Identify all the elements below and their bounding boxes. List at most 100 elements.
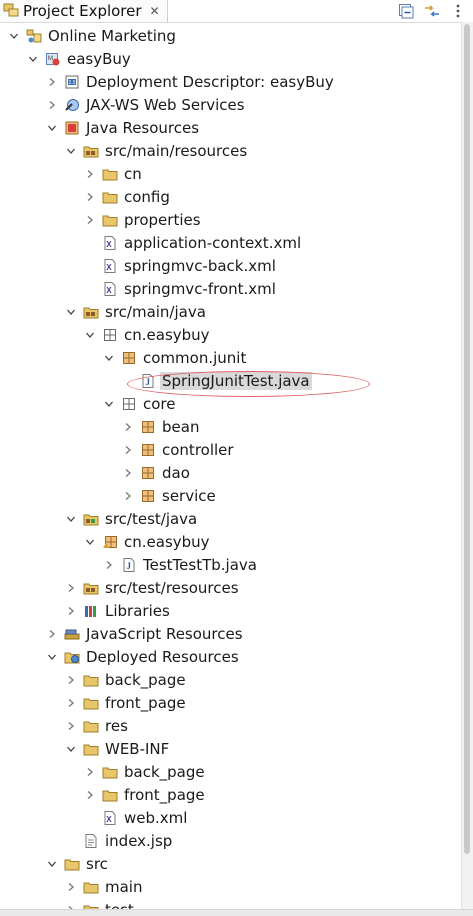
tree-item-label: Online Marketing [48, 26, 176, 45]
tree-item[interactable]: src/main/java [0, 300, 462, 323]
tree-item[interactable]: back_page [0, 668, 462, 691]
tree-item-label: front_page [105, 693, 186, 712]
tree-item[interactable]: index.jsp [0, 829, 462, 852]
tree-item[interactable]: controller [0, 438, 462, 461]
tree-item-label: application-context.xml [124, 233, 302, 252]
tree-item[interactable]: 2.5 Deployment Descriptor: easyBuy [0, 70, 462, 93]
collapsed-chevron-icon[interactable] [46, 628, 58, 640]
expanded-chevron-icon[interactable] [8, 30, 20, 42]
collapsed-chevron-icon[interactable] [122, 444, 134, 456]
tree-item[interactable]: src/test/resources [0, 576, 462, 599]
expanded-chevron-icon[interactable] [84, 329, 96, 341]
java-file-icon: J [121, 557, 137, 573]
scrollbar-thumb[interactable] [464, 24, 470, 854]
tree-item[interactable]: bean [0, 415, 462, 438]
tree-item[interactable]: WEB-INF [0, 737, 462, 760]
tree-item[interactable]: Xweb.xml [0, 806, 462, 829]
tree-item[interactable]: JAX-WS Web Services [0, 93, 462, 116]
tree-item[interactable]: dao [0, 461, 462, 484]
tree-item[interactable]: cn.easybuy [0, 530, 462, 553]
working-set-icon [26, 28, 42, 44]
svg-text:X: X [106, 240, 112, 249]
expanded-chevron-icon[interactable] [65, 306, 77, 318]
tree-item[interactable]: JavaScript Resources [0, 622, 462, 645]
tree-item[interactable]: J TestTestTb.java [0, 553, 462, 576]
xml-file-icon: X [102, 258, 118, 274]
expanded-chevron-icon[interactable] [103, 398, 115, 410]
project-tree[interactable]: Online Marketing MeasyBuy 2.5 Deployment De… [0, 22, 462, 910]
tree-item-label: controller [162, 440, 234, 459]
collapsed-chevron-icon[interactable] [122, 490, 134, 502]
tree-item[interactable]: src [0, 852, 462, 875]
tree-item-label: src/test/resources [105, 578, 239, 597]
expanded-chevron-icon[interactable] [65, 743, 77, 755]
expanded-chevron-icon[interactable] [46, 858, 58, 870]
collapsed-chevron-icon[interactable] [122, 421, 134, 433]
collapsed-chevron-icon[interactable] [65, 674, 77, 686]
tree-item[interactable]: Deployed Resources [0, 645, 462, 668]
collapsed-chevron-icon[interactable] [122, 467, 134, 479]
tree-item[interactable]: Java Resources [0, 116, 462, 139]
expanded-chevron-icon[interactable] [84, 536, 96, 548]
tree-item[interactable]: Xapplication-context.xml [0, 231, 462, 254]
tree-item[interactable]: front_page [0, 691, 462, 714]
tree-item[interactable]: core [0, 392, 462, 415]
tree-item[interactable]: config [0, 185, 462, 208]
collapsed-chevron-icon[interactable] [84, 191, 96, 203]
collapsed-chevron-icon[interactable] [65, 720, 77, 732]
tab-project-explorer[interactable]: Project Explorer ✕ [0, 0, 168, 22]
tree-item-label: cn.easybuy [124, 532, 210, 551]
collapsed-chevron-icon[interactable] [103, 559, 115, 571]
collapse-all-icon[interactable] [397, 2, 415, 20]
expanded-chevron-icon[interactable] [65, 145, 77, 157]
tree-item-label: cn [124, 164, 142, 183]
tree-item[interactable]: cn.easybuy [0, 323, 462, 346]
collapsed-chevron-icon[interactable] [84, 214, 96, 226]
svg-text:X: X [106, 286, 112, 295]
project-explorer-icon [3, 1, 19, 21]
expanded-chevron-icon[interactable] [65, 513, 77, 525]
view-menu-icon[interactable] [449, 2, 467, 20]
tree-item[interactable]: properties [0, 208, 462, 231]
close-icon[interactable]: ✕ [150, 4, 160, 18]
link-with-editor-icon[interactable] [423, 2, 441, 20]
svg-text:M: M [48, 56, 53, 62]
tree-item[interactable]: main [0, 875, 462, 898]
tree-item[interactable]: cn [0, 162, 462, 185]
folder-icon [102, 764, 118, 780]
vertical-scrollbar[interactable] [461, 22, 473, 910]
tree-item[interactable]: Online Marketing [0, 24, 462, 47]
collapsed-chevron-icon[interactable] [65, 582, 77, 594]
source-folder-icon [83, 143, 99, 159]
expanded-chevron-icon[interactable] [46, 122, 58, 134]
package-empty-icon [102, 327, 118, 343]
tree-item[interactable]: src/test/java [0, 507, 462, 530]
collapsed-chevron-icon[interactable] [65, 697, 77, 709]
expanded-chevron-icon[interactable] [27, 53, 39, 65]
collapsed-chevron-icon[interactable] [46, 76, 58, 88]
horizontal-scrollbar[interactable] [0, 909, 473, 916]
expanded-chevron-icon[interactable] [103, 352, 115, 364]
tree-item[interactable]: Libraries [0, 599, 462, 622]
collapsed-chevron-icon[interactable] [84, 766, 96, 778]
tree-item-label: dao [162, 463, 190, 482]
javascript-resources-icon [64, 626, 80, 642]
tree-item[interactable]: front_page [0, 783, 462, 806]
collapsed-chevron-icon[interactable] [84, 789, 96, 801]
expanded-chevron-icon[interactable] [46, 651, 58, 663]
collapsed-chevron-icon[interactable] [46, 99, 58, 111]
tree-item[interactable]: common.junit [0, 346, 462, 369]
collapsed-chevron-icon[interactable] [84, 168, 96, 180]
tree-item[interactable]: back_page [0, 760, 462, 783]
collapsed-chevron-icon[interactable] [65, 881, 77, 893]
tree-item[interactable]: res [0, 714, 462, 737]
tree-item[interactable]: Xspringmvc-front.xml [0, 277, 462, 300]
tree-item[interactable]: src/main/resources [0, 139, 462, 162]
collapsed-chevron-icon[interactable] [65, 605, 77, 617]
tree-item[interactable]: MeasyBuy [0, 47, 462, 70]
tree-item[interactable]: service [0, 484, 462, 507]
tree-item[interactable]: J SpringJunitTest.java [0, 369, 462, 392]
tree-item[interactable]: Xspringmvc-back.xml [0, 254, 462, 277]
